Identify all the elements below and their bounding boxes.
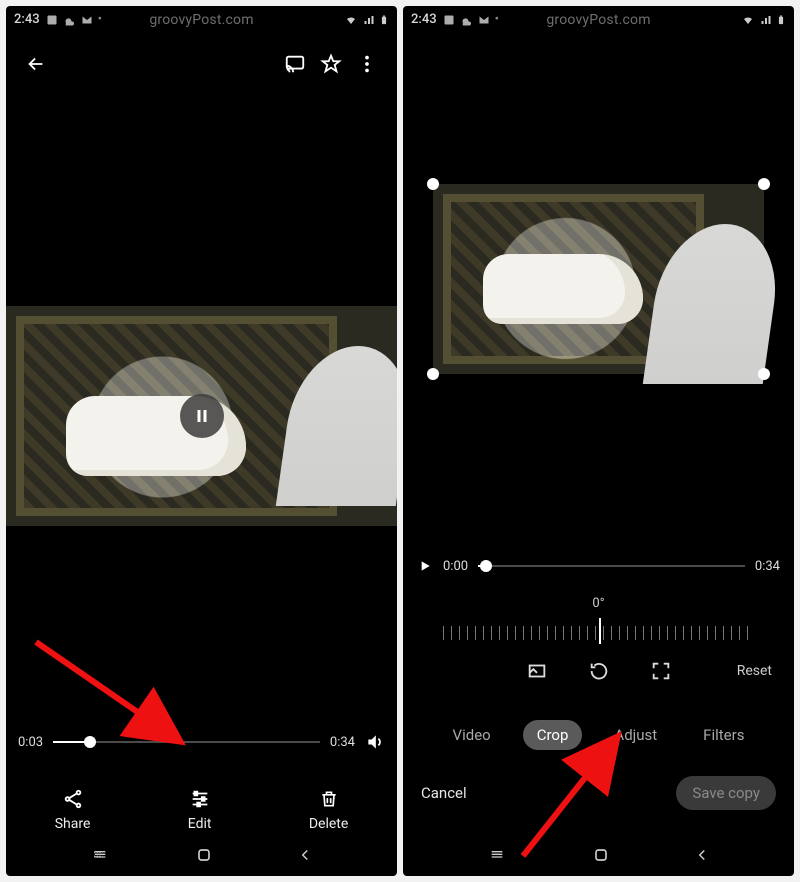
- battery-icon: [776, 13, 786, 27]
- aspect-ratio-button[interactable]: [526, 660, 548, 682]
- share-button[interactable]: Share: [55, 788, 91, 832]
- gmail-icon: [477, 14, 491, 26]
- volume-icon[interactable]: [365, 732, 385, 752]
- expand-button[interactable]: [650, 660, 672, 682]
- status-bar: 2:43 • groovyPost.com: [403, 10, 794, 29]
- screenshot-left-viewer: 2:43 • groovyPost.com: [6, 6, 397, 876]
- time-duration: 0:34: [330, 735, 355, 750]
- edit-button[interactable]: Edit: [188, 788, 212, 832]
- screenshot-right-crop-editor: 2:43 • groovyPost.com 0:00: [403, 6, 794, 876]
- home-button[interactable]: [194, 845, 214, 865]
- wifi-icon: [740, 14, 756, 26]
- seek-bar[interactable]: 0:03 0:34: [18, 732, 385, 752]
- viewer-actions: Share Edit Delete: [6, 788, 397, 832]
- status-clock: 2:43: [14, 12, 40, 27]
- crop-handle-bl[interactable]: [427, 368, 439, 380]
- signal-icon: [362, 14, 376, 26]
- status-bar: 2:43 • groovyPost.com: [6, 10, 397, 29]
- crop-tools: Reset: [403, 660, 794, 682]
- back-nav-button[interactable]: [693, 846, 711, 864]
- time-current: 0:03: [18, 735, 43, 750]
- rotation-degrees: 0°: [403, 596, 794, 611]
- viewer-topbar: [6, 40, 397, 88]
- tab-filters[interactable]: Filters: [689, 720, 758, 750]
- overflow-menu-button[interactable]: [349, 46, 385, 82]
- time-duration: 0:34: [755, 559, 780, 574]
- crop-handle-br[interactable]: [758, 368, 770, 380]
- crop-frame[interactable]: [433, 184, 764, 374]
- watermark: groovyPost.com: [546, 12, 650, 28]
- editor-tabs: Video Crop Adjust Filters: [403, 720, 794, 750]
- battery-icon: [379, 13, 389, 27]
- save-copy-button[interactable]: Save copy: [676, 776, 776, 810]
- wifi-icon: [343, 14, 359, 26]
- cast-button[interactable]: [277, 46, 313, 82]
- tab-adjust[interactable]: Adjust: [600, 720, 671, 750]
- editor-bottombar: Cancel Save copy: [403, 776, 794, 810]
- recents-button[interactable]: [486, 847, 508, 863]
- delete-button[interactable]: Delete: [309, 788, 348, 832]
- pause-button[interactable]: [180, 394, 224, 438]
- cloud-icon: [459, 14, 473, 26]
- video-preview[interactable]: [6, 306, 397, 526]
- recents-button[interactable]: [89, 847, 111, 863]
- rotation-ruler[interactable]: [443, 618, 754, 646]
- back-button[interactable]: [18, 46, 54, 82]
- rotate-button[interactable]: [588, 660, 610, 682]
- signal-icon: [759, 14, 773, 26]
- crop-handle-tr[interactable]: [758, 178, 770, 190]
- image-icon: [46, 14, 58, 26]
- delete-label: Delete: [309, 816, 348, 832]
- editor-seekbar[interactable]: 0:00 0:34: [417, 558, 780, 574]
- image-icon: [443, 14, 455, 26]
- watermark: groovyPost.com: [149, 12, 253, 28]
- tab-video[interactable]: Video: [439, 720, 505, 750]
- reset-button[interactable]: Reset: [737, 663, 772, 679]
- status-clock: 2:43: [411, 12, 437, 27]
- favorite-button[interactable]: [313, 46, 349, 82]
- time-current: 0:00: [443, 559, 468, 574]
- annotation-arrow-edit: [26, 632, 226, 796]
- home-button[interactable]: [591, 845, 611, 865]
- crop-handle-tl[interactable]: [427, 178, 439, 190]
- share-label: Share: [55, 816, 91, 832]
- cloud-icon: [62, 14, 76, 26]
- gmail-icon: [80, 14, 94, 26]
- play-button[interactable]: [417, 558, 433, 574]
- android-navbar: [6, 838, 397, 872]
- cancel-button[interactable]: Cancel: [421, 784, 467, 802]
- back-nav-button[interactable]: [296, 846, 314, 864]
- tab-crop[interactable]: Crop: [523, 720, 583, 750]
- edit-label: Edit: [188, 816, 212, 832]
- android-navbar: [403, 838, 794, 872]
